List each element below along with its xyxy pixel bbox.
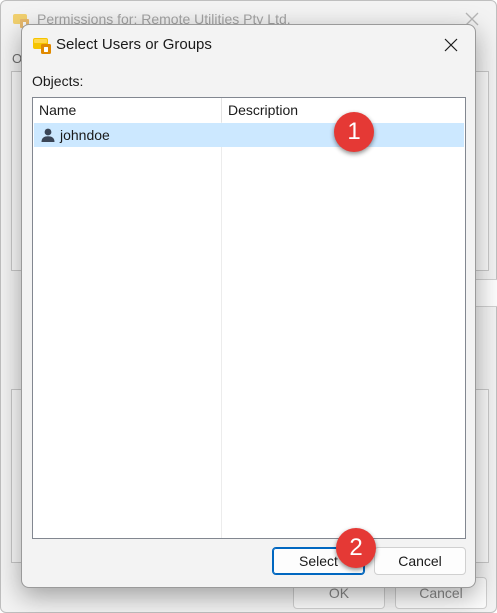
- dialog-titlebar: Select Users or Groups: [22, 25, 475, 65]
- list-item[interactable]: johndoe: [34, 123, 464, 147]
- select-users-dialog: Select Users or Groups Objects: Name Des…: [21, 24, 476, 588]
- cancel-button[interactable]: Cancel: [374, 547, 466, 575]
- step-marker-1: 1: [334, 112, 374, 152]
- dialog-app-icon: [33, 38, 51, 54]
- column-header-name[interactable]: Name: [39, 102, 76, 118]
- dialog-title: Select Users or Groups: [56, 36, 212, 53]
- column-gridline: [221, 122, 222, 538]
- user-icon: [41, 128, 55, 142]
- column-divider[interactable]: [221, 98, 222, 122]
- column-header-description[interactable]: Description: [228, 102, 298, 118]
- dialog-close-button[interactable]: [437, 31, 465, 59]
- step-marker-2: 2: [336, 528, 376, 568]
- close-icon: [444, 38, 458, 52]
- list-item-name: johndoe: [60, 127, 110, 143]
- objects-label: Objects:: [32, 73, 84, 89]
- list-header: Name Description: [33, 98, 465, 122]
- objects-list[interactable]: Name Description johndoe: [32, 97, 466, 539]
